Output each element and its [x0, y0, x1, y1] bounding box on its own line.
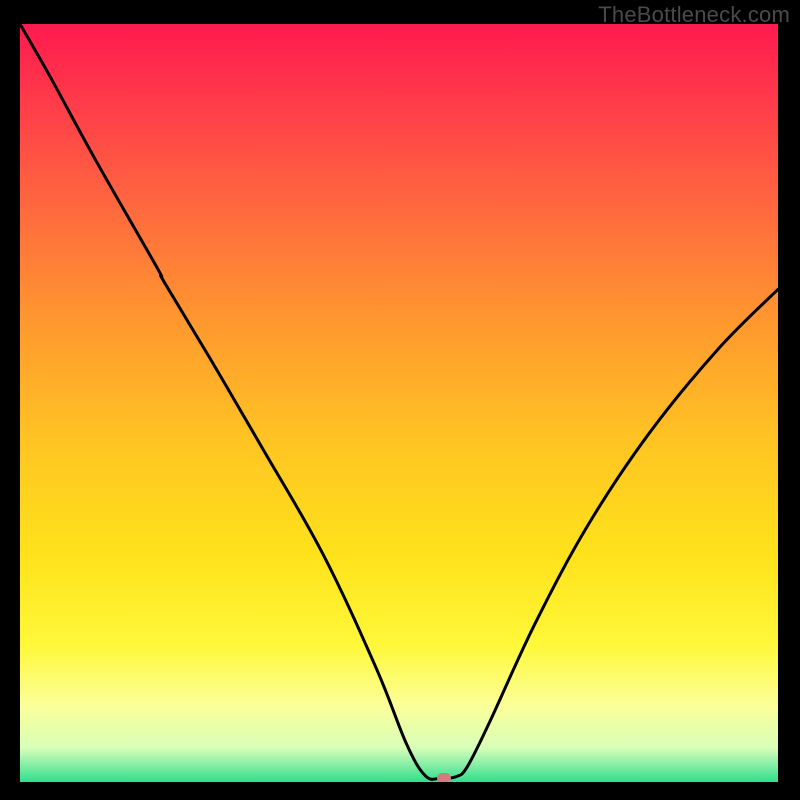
chart-frame: TheBottleneck.com: [0, 0, 800, 800]
plot-area: [20, 24, 778, 782]
optimum-marker: [437, 773, 451, 782]
chart-svg: [20, 24, 778, 782]
gradient-background: [20, 24, 778, 782]
